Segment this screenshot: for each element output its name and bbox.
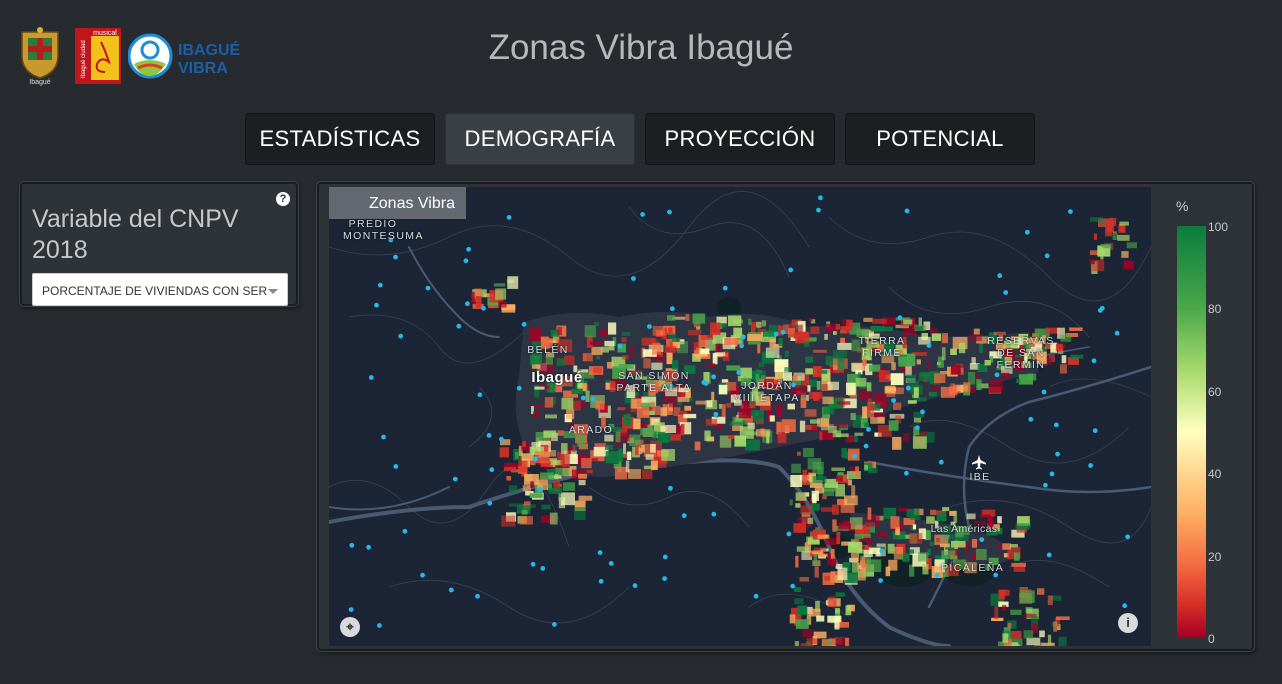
legend-tick-80: 80: [1208, 302, 1222, 316]
place-las-americas: Las Américas: [930, 523, 998, 535]
variable-panel-title: Variable del CNPV 2018: [32, 205, 239, 264]
legend-color-bar: [1177, 226, 1206, 637]
place-ibague: Ibagué: [531, 369, 583, 386]
page-title: Zonas Vibra Ibagué: [488, 28, 794, 67]
locate-icon[interactable]: ⌖: [340, 617, 360, 637]
legend-tick-20: 20: [1208, 550, 1222, 564]
layer-label[interactable]: Zonas Vibra: [329, 187, 466, 219]
crest-caption: Ibagué: [29, 79, 51, 86]
place-jordan: JORDÁN VIII ETAPA: [734, 380, 800, 404]
chevron-down-icon: [268, 289, 278, 294]
airplane-icon: [972, 455, 986, 470]
info-icon[interactable]: i: [1118, 613, 1138, 633]
color-legend: % 100 80 60 40 20 0: [1168, 198, 1248, 646]
map[interactable]: Zonas Vibra PREDIO MONTESUMA BELÉN Ibagu…: [329, 187, 1151, 646]
tab-estadisticas[interactable]: ESTADÍSTICAS: [245, 113, 435, 165]
variable-panel: Variable del CNPV 2018 ? PORCENTAJE DE V…: [20, 182, 298, 306]
legend-tick-60: 60: [1208, 385, 1222, 399]
place-ibe: IBE: [969, 471, 991, 483]
legend-unit: %: [1176, 198, 1189, 214]
place-san-simon: SAN SIMÓN PARTE ALTA: [616, 370, 692, 394]
variable-select[interactable]: PORCENTAJE DE VIVIENDAS CON SER: [32, 273, 288, 306]
place-belen: BELÉN: [527, 344, 569, 356]
legend-tick-40: 40: [1208, 467, 1222, 481]
place-tierra-firme: TIERRA FIRME: [858, 335, 906, 359]
legend-tick-100: 100: [1208, 220, 1229, 234]
tab-demografia[interactable]: DEMOGRAFÍA: [445, 113, 635, 165]
place-predio-montesuma: PREDIO MONTESUMA: [343, 218, 424, 242]
place-arado: ARADO: [568, 424, 614, 436]
place-picalena: PICALEÑA: [941, 562, 1005, 574]
place-reservas-san-fermin: RESERVAS DE SAN FERMÍN: [987, 335, 1055, 371]
variable-select-value: PORCENTAJE DE VIVIENDAS CON SER: [42, 284, 268, 298]
question-circle-icon[interactable]: ?: [276, 192, 290, 206]
map-container: Zonas Vibra PREDIO MONTESUMA BELÉN Ibagu…: [317, 182, 1254, 651]
map-canvas: [329, 191, 1151, 646]
tab-proyeccion[interactable]: PROYECCIÓN: [645, 113, 835, 165]
legend-tick-0: 0: [1208, 632, 1215, 646]
tab-potencial[interactable]: POTENCIAL: [845, 113, 1035, 165]
